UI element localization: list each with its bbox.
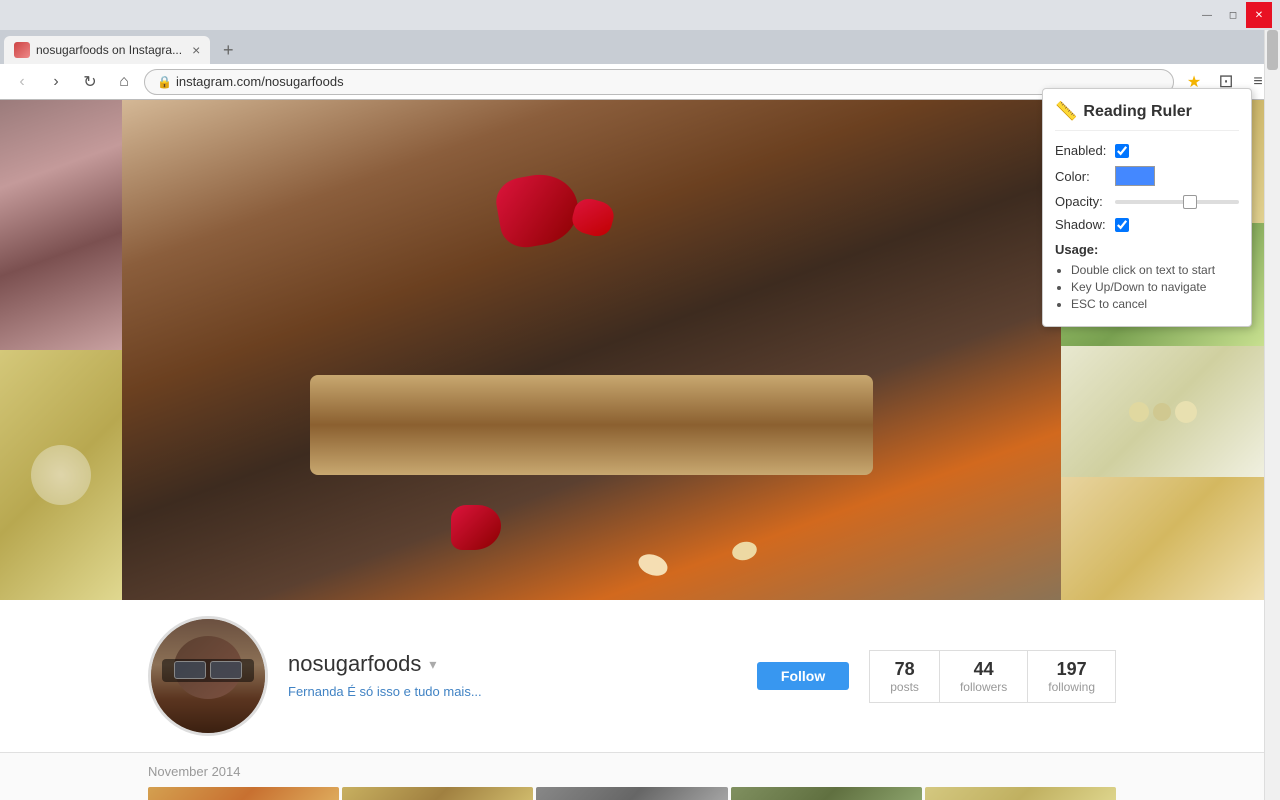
- usage-item-1: Double click on text to start: [1071, 263, 1239, 277]
- tab-favicon: [14, 42, 30, 58]
- usage-item-2: Key Up/Down to navigate: [1071, 280, 1239, 294]
- grid-photo-3[interactable]: [536, 787, 727, 800]
- follow-button[interactable]: Follow: [757, 662, 849, 690]
- profile-stats: 78 posts 44 followers 197 following: [869, 650, 1116, 703]
- enabled-checkbox[interactable]: [1115, 144, 1129, 158]
- active-tab[interactable]: nosugarfoods on Instagra... ×: [4, 36, 210, 64]
- tab-title: nosugarfoods on Instagra...: [36, 43, 182, 57]
- tab-close-icon[interactable]: ×: [192, 42, 200, 58]
- profile-strip: nosugarfoods ▾ Fernanda É só isso e tudo…: [0, 600, 1264, 753]
- hero-photo-5: [1061, 346, 1264, 477]
- url-text: instagram.com/nosugarfoods: [176, 74, 1161, 89]
- stat-following-label: following: [1048, 680, 1095, 694]
- reading-ruler-panel: 📏 Reading Ruler Enabled: Color: Opacity:…: [1042, 88, 1252, 327]
- opacity-label: Opacity:: [1055, 194, 1115, 209]
- grid-photo-4[interactable]: [731, 787, 922, 800]
- home-button[interactable]: ⌂: [110, 68, 138, 96]
- maximize-button[interactable]: ◻: [1220, 2, 1246, 28]
- grid-photo-2[interactable]: [342, 787, 533, 800]
- usage-section: Usage: Double click on text to start Key…: [1055, 242, 1239, 311]
- profile-bio: Fernanda É só isso e tudo mais...: [288, 684, 482, 699]
- lock-icon: 🔒: [157, 75, 172, 89]
- shadow-checkbox[interactable]: [1115, 218, 1129, 232]
- stat-posts: 78 posts: [869, 650, 939, 703]
- stat-following: 197 following: [1027, 650, 1116, 703]
- hero-photo-2: [0, 350, 122, 600]
- hero-photo-6: [1061, 477, 1264, 600]
- usage-list: Double click on text to start Key Up/Dow…: [1055, 263, 1239, 311]
- hero-photo-center: [122, 100, 1061, 600]
- scrollbar-thumb[interactable]: [1267, 30, 1278, 70]
- grid-photo-5[interactable]: [925, 787, 1116, 800]
- profile-info: nosugarfoods ▾ Fernanda É só isso e tudo…: [288, 651, 727, 701]
- reading-ruler-title: Reading Ruler: [1083, 103, 1191, 121]
- forward-button[interactable]: ›: [42, 68, 70, 96]
- back-button[interactable]: ‹: [8, 68, 36, 96]
- stat-following-num: 197: [1048, 659, 1095, 680]
- color-label: Color:: [1055, 169, 1115, 184]
- usage-title: Usage:: [1055, 242, 1239, 257]
- close-button[interactable]: ✕: [1246, 2, 1272, 28]
- opacity-slider[interactable]: [1115, 200, 1239, 204]
- hero-photo-1: [0, 100, 122, 350]
- follow-button-container: Follow: [757, 662, 849, 690]
- reading-ruler-icon: 📏: [1055, 101, 1077, 122]
- month-title: November 2014: [148, 764, 241, 779]
- url-bar[interactable]: 🔒 instagram.com/nosugarfoods: [144, 69, 1174, 95]
- usage-item-3: ESC to cancel: [1071, 297, 1239, 311]
- stat-posts-label: posts: [890, 680, 919, 694]
- stat-followers: 44 followers: [939, 650, 1027, 703]
- new-tab-button[interactable]: +: [214, 36, 242, 64]
- color-swatch[interactable]: [1115, 166, 1155, 186]
- stat-posts-num: 78: [890, 659, 919, 680]
- stat-followers-num: 44: [960, 659, 1007, 680]
- minimize-button[interactable]: —: [1194, 2, 1220, 28]
- avatar: [148, 616, 268, 736]
- scrollbar[interactable]: [1264, 30, 1280, 800]
- shadow-label: Shadow:: [1055, 217, 1115, 232]
- enabled-label: Enabled:: [1055, 143, 1115, 158]
- profile-dropdown-icon[interactable]: ▾: [429, 656, 436, 673]
- stat-followers-label: followers: [960, 680, 1007, 694]
- refresh-button[interactable]: ↻: [76, 68, 104, 96]
- month-header: November 2014: [0, 753, 1264, 787]
- grid-photo-1[interactable]: [148, 787, 339, 800]
- opacity-slider-thumb[interactable]: [1183, 195, 1197, 209]
- profile-username: nosugarfoods: [288, 651, 421, 677]
- photo-grid: [0, 787, 1264, 800]
